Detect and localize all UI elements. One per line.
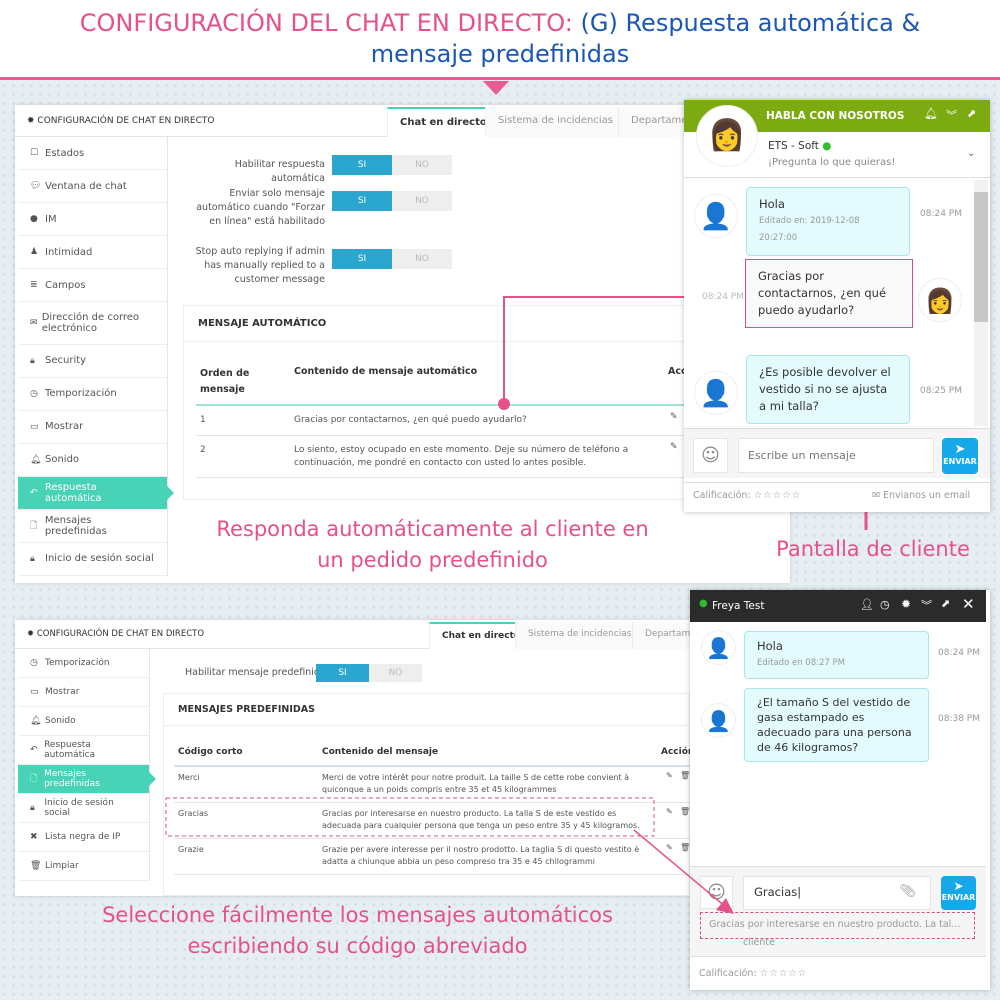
chat-message: Hola Editado en 08:27 PM — [744, 631, 929, 679]
close-icon[interactable]: ✕ — [962, 595, 975, 613]
sidebar-item[interactable]: ◷ Temporización — [18, 649, 149, 678]
rating: Calificación: ☆☆☆☆☆ — [699, 968, 808, 979]
email-link[interactable]: ✉ Envianos un email — [872, 490, 970, 501]
message-input[interactable] — [738, 438, 934, 473]
chat-message-auto-reply: Gracias por contactarnos, ¿en qué puedo … — [745, 259, 913, 328]
chat-message: ¿Es posible devolver el vestido si no se… — [746, 355, 910, 424]
sidebar-item[interactable]: 🔔︎ Sonido — [18, 707, 149, 736]
customer-name: Freya Test — [712, 600, 765, 612]
minimize-icon[interactable]: ︾ — [921, 597, 932, 613]
reply-icon: ↶ — [30, 745, 38, 755]
star-rating[interactable]: ☆☆☆☆☆ — [760, 968, 808, 979]
customer-avatar: 👤 — [701, 630, 736, 665]
setting-label: Habilitar mensaje predefinidas — [185, 667, 331, 678]
sidebar-item-label: Respuesta automática — [44, 740, 96, 760]
chevron-down-icon[interactable]: ⌄ — [967, 148, 975, 159]
box-title: MENSAJES PREDEFINIDAS — [164, 694, 689, 726]
customer-chat-window: HABLA CON NOSOTROS 🔔︎ ︾ ⬈ 👩 ETS - Soft ●… — [684, 100, 990, 512]
trash-icon[interactable]: 🗑︎ — [680, 771, 690, 780]
rating: Calificación: ☆☆☆☆☆ — [693, 490, 802, 501]
send-button[interactable]: ➤ ENVIAR — [942, 438, 978, 474]
tab-sistema-incidencias[interactable]: Sistema de incidencias — [515, 622, 644, 649]
col-code: Código corto — [178, 747, 243, 757]
minimize-icon[interactable]: ︾ — [946, 107, 957, 123]
gear-icon: ✹ — [27, 629, 35, 639]
clock-icon[interactable]: ◷ — [880, 598, 890, 611]
online-status-dot: ● — [822, 140, 832, 152]
online-status-dot: ● — [699, 598, 708, 609]
user-icon[interactable]: 👤︎ — [860, 598, 874, 611]
agent-name: ETS - Soft — [768, 140, 819, 152]
sidebar-item-label: Mostrar — [45, 687, 80, 697]
sidebar-item[interactable]: ▭ Mostrar — [18, 678, 149, 707]
predefined-toggle[interactable]: SI NO — [316, 664, 422, 682]
chat-message: ¿El tamaño S del vestido de gasa estampa… — [744, 688, 929, 762]
scrollbar[interactable] — [974, 180, 988, 426]
sidebar-item[interactable]: ↶ Respuesta automática — [18, 736, 149, 765]
agent-avatar: 👩 — [918, 278, 962, 322]
emoji-button[interactable]: ☺ — [693, 438, 728, 473]
bell-icon: 🔔︎ — [30, 716, 42, 726]
sidebar-item-label: Sonido — [45, 716, 76, 726]
paper-plane-icon: ➤ — [954, 442, 966, 457]
expand-icon[interactable]: ⬈ — [967, 107, 976, 120]
sidebar-item-label: Temporización — [45, 658, 110, 668]
star-rating[interactable]: ☆☆☆☆☆ — [754, 490, 802, 501]
agent-avatar: 👩 — [696, 105, 758, 167]
desktop-icon: ▭ — [30, 687, 39, 697]
panel-header: ✹ CONFIGURACIÓN DE CHAT EN DIRECTO Chat … — [15, 620, 708, 649]
col-content: Contenido del mensaje — [322, 747, 439, 757]
envelope-icon: ✉ — [872, 490, 880, 501]
customer-avatar: 👤 — [694, 371, 738, 415]
customer-avatar: 👤 — [694, 194, 738, 238]
expand-icon[interactable]: ⬈ — [941, 597, 950, 610]
gear-icon[interactable]: ✹ — [901, 597, 911, 611]
clock-icon: ◷ — [30, 658, 38, 668]
annotation-predefined: Seleccione fácilmente los mensajes autom… — [102, 903, 613, 958]
chat-header: ● Freya Test 👤︎ ◷ ✹ ︾ ⬈ ✕ — [690, 590, 986, 622]
chat-message: Hola Editado en: 2019-12-08 20:27:00 — [746, 187, 910, 256]
agent-subtitle: ¡Pregunta lo que quieras! — [768, 157, 896, 168]
annotation-auto-reply: Responda automáticamente al cliente en un… — [216, 517, 649, 572]
customer-avatar: 👤 — [701, 703, 736, 738]
edit-icon[interactable]: ✎ — [666, 771, 673, 780]
annotation-client-screen: Pantalla de cliente — [776, 537, 970, 561]
bell-icon[interactable]: 🔔︎ — [924, 107, 938, 120]
